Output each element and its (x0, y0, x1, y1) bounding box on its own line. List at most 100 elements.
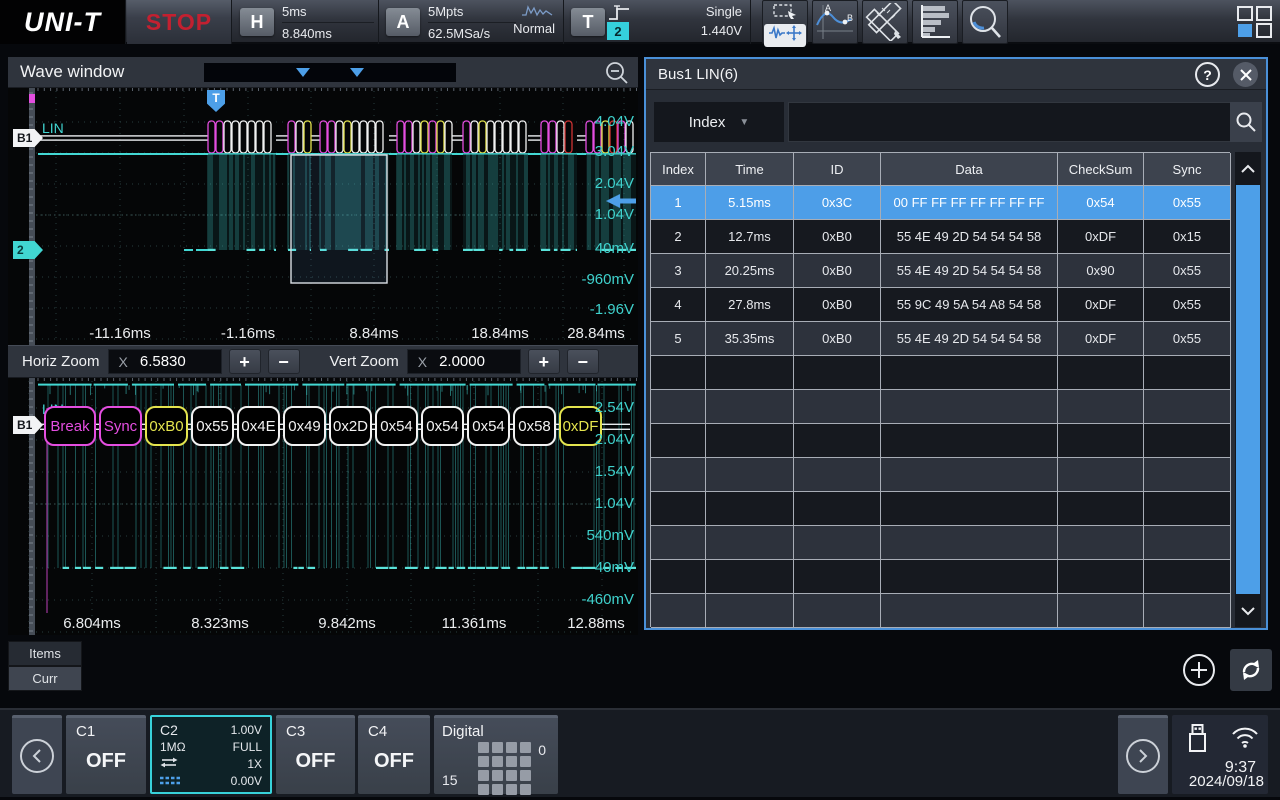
region-select-icon[interactable] (772, 3, 798, 24)
lin-cell (1144, 458, 1231, 492)
lin-table-empty-row[interactable] (651, 594, 1230, 628)
lin-cell: 4 (651, 288, 706, 322)
lin-table-row-3[interactable]: 320.25ms0xB055 4E 49 2D 54 54 54 580x900… (651, 254, 1230, 288)
lin-cell (1058, 390, 1144, 424)
horiz-zoom-plus-button[interactable]: + (229, 349, 261, 374)
lin-col-header-checksum[interactable]: CheckSum (1058, 153, 1144, 186)
channels-scroll-right-button[interactable] (1118, 715, 1168, 794)
search-button[interactable] (1230, 102, 1262, 142)
decode-bubble-0xdf: 0xDF (559, 406, 602, 446)
cursor-ab-tool[interactable]: AB (812, 0, 858, 44)
lin-cell (794, 594, 881, 628)
horizontal-position-value: 8.840ms (282, 23, 374, 43)
lin-cell (651, 390, 706, 424)
lin-cell: 2 (651, 220, 706, 254)
lin-table-row-4[interactable]: 427.8ms0xB055 9C 49 5A 54 A8 54 580xDF0x… (651, 288, 1230, 322)
trigger-section[interactable]: T 2 Single 1.440V (565, 0, 751, 44)
horizontal-key[interactable]: H (240, 8, 274, 36)
decode-bubble-0x54: 0x54 (421, 406, 464, 446)
zoom-search-tool[interactable] (962, 0, 1008, 44)
marker-triangle-1[interactable] (296, 68, 310, 77)
lin-table-row-2[interactable]: 212.7ms0xB055 4E 49 2D 54 54 54 580xDF0x… (651, 220, 1230, 254)
lin-cell: 5 (651, 322, 706, 356)
add-button[interactable] (1182, 653, 1216, 687)
wave-position-bar[interactable] (204, 63, 456, 82)
lin-table-scrollbar[interactable] (1235, 152, 1261, 627)
refresh-button[interactable] (1230, 649, 1272, 691)
lin-cell (794, 560, 881, 594)
marker-triangle-2[interactable] (350, 68, 364, 77)
lin-table-row-5[interactable]: 535.35ms0xB055 4E 49 2D 54 54 54 580xDF0… (651, 322, 1230, 356)
display-layout-icon[interactable] (1236, 5, 1274, 44)
trigger-source-badge[interactable]: 2 (607, 22, 629, 40)
channel-c4-card[interactable]: C4 OFF (358, 715, 430, 794)
lin-table-row-1[interactable]: 15.15ms0x3C00 FF FF FF FF FF FF FF0x540x… (651, 186, 1230, 220)
horiz-zoom-value-box[interactable]: X 6.5830 (108, 349, 222, 374)
tab-curr[interactable]: Curr (8, 666, 82, 691)
lin-decode-bubbles: BreakSync0xB00x550x4E0x490x2D0x540x540x5… (44, 406, 605, 446)
horiz-zoom-minus-button[interactable]: − (268, 349, 300, 374)
region-select-wave-move-tool[interactable] (762, 0, 808, 44)
measure-rulers-tool[interactable] (862, 0, 908, 44)
lin-panel-header: Bus1 LIN(6) ? (646, 59, 1266, 90)
lin-cell: 0x55 (1144, 254, 1231, 288)
scroll-up-button[interactable] (1235, 152, 1261, 185)
vert-zoom-plus-button[interactable]: + (528, 349, 560, 374)
c2-probe: 1X (247, 757, 262, 771)
lin-cell: 5.15ms (706, 186, 794, 220)
lin-col-header-index[interactable]: Index (651, 153, 706, 186)
system-status-block[interactable]: 9:37 2024/09/18 (1172, 715, 1268, 794)
lin-col-header-sync[interactable]: Sync (1144, 153, 1231, 186)
vert-zoom-minus-button[interactable]: − (567, 349, 599, 374)
channel-c2-card[interactable]: C21.00V 1MΩFULL 1X 0.00V (150, 715, 272, 794)
lin-cell (881, 424, 1058, 458)
scroll-down-button[interactable] (1235, 594, 1261, 627)
lin-table-empty-row[interactable] (651, 526, 1230, 560)
decode-bubble-0x4e: 0x4E (237, 406, 280, 446)
horizontal-section[interactable]: H 5ms 8.840ms (234, 0, 379, 44)
filter-dropdown[interactable]: Index ▼ (654, 102, 784, 142)
wave-pane-lower[interactable]: LIN B1 BreakSync0xB00x550x4E0x490x2D0x54… (8, 378, 638, 635)
bottom-bar: C1 OFF C21.00V 1MΩFULL 1X 0.00V C3 OFF C… (0, 708, 1280, 797)
lin-cell (1058, 356, 1144, 390)
lin-col-header-id[interactable]: ID (794, 153, 881, 186)
lin-cell (881, 390, 1058, 424)
tab-items[interactable]: Items (8, 641, 82, 666)
help-icon[interactable]: ? (1195, 62, 1220, 87)
channel-c1-card[interactable]: C1 OFF (66, 715, 146, 794)
decode-bubble-0x55: 0x55 (191, 406, 234, 446)
lin-table-empty-row[interactable] (651, 492, 1230, 526)
bus-search-input[interactable] (788, 102, 1234, 142)
close-icon[interactable] (1233, 62, 1258, 87)
lin-cell (794, 492, 881, 526)
channels-scroll-left-button[interactable] (12, 715, 62, 794)
acquire-key[interactable]: A (386, 8, 420, 36)
lin-table-empty-row[interactable] (651, 424, 1230, 458)
stop-button[interactable]: STOP (127, 0, 232, 44)
lin-table-empty-row[interactable] (651, 560, 1230, 594)
wave-move-icon[interactable] (764, 24, 806, 47)
lin-cell (1144, 356, 1231, 390)
trigger-key[interactable]: T (571, 8, 605, 36)
vert-zoom-value-box[interactable]: X 2.0000 (407, 349, 521, 374)
zoom-out-icon[interactable] (604, 60, 630, 91)
scrollbar-thumb[interactable] (1236, 185, 1260, 594)
channel-c3-card[interactable]: C3 OFF (276, 715, 355, 794)
lin-col-header-data[interactable]: Data (881, 153, 1058, 186)
lin-table-empty-row[interactable] (651, 458, 1230, 492)
digital-channels-card[interactable]: Digital 0 15 (434, 715, 558, 794)
wave-pane-upper[interactable]: T LIN B1 2 4.04V3.04V2.04V1.04V40mV-960m… (8, 88, 638, 345)
lin-col-header-time[interactable]: Time (706, 153, 794, 186)
digital-label: Digital (442, 723, 484, 740)
chevron-right-icon (1126, 739, 1160, 773)
lin-cell (1058, 424, 1144, 458)
histogram-tool[interactable] (912, 0, 958, 44)
acquire-section[interactable]: A 5Mpts 62.5MSa/s Normal (380, 0, 564, 44)
lin-search-row: Index ▼ (646, 102, 1266, 142)
lin-table-empty-row[interactable] (651, 390, 1230, 424)
c1-state: OFF (66, 750, 146, 773)
lin-table-empty-row[interactable] (651, 356, 1230, 390)
lin-cell: 0x55 (1144, 322, 1231, 356)
c2-offset: 0.00V (231, 774, 262, 788)
usb-device-icon (1183, 721, 1211, 762)
